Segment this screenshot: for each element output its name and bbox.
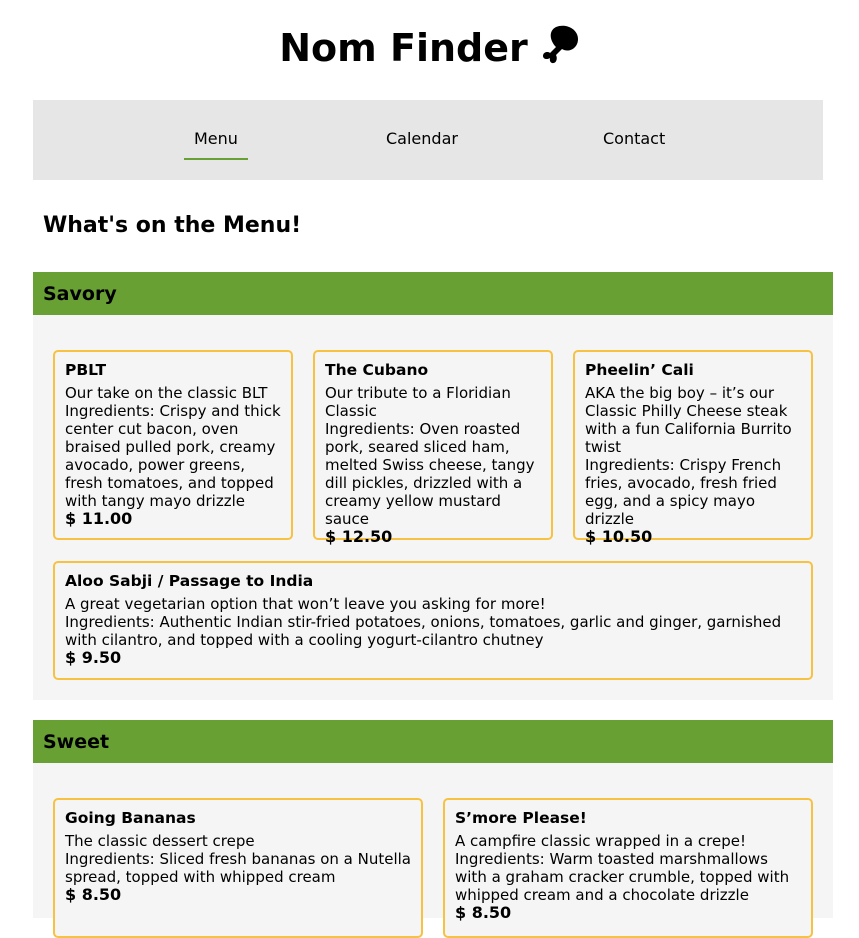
site-title-text: Nom Finder	[279, 26, 528, 70]
drumstick-icon	[536, 23, 580, 80]
nav-item-menu[interactable]: Menu	[184, 128, 248, 160]
menu-item-description: A campfire classic wrapped in a crepe!	[455, 832, 746, 850]
menu-item-price: $ 9.50	[65, 648, 122, 667]
menu-item-ingredients: Ingredients: Crispy French fries, avocad…	[585, 456, 782, 528]
menu-card[interactable]: The Cubano Our tribute to a Floridian Cl…	[313, 350, 553, 546]
section-sweet: Sweet Going Bananas The classic dessert …	[33, 720, 833, 938]
menu-item-ingredients: Ingredients: Warm toasted marshmallows w…	[455, 850, 790, 904]
menu-item-name: Going Bananas	[65, 809, 196, 827]
nav-item-contact[interactable]: Contact	[603, 128, 665, 150]
menu-item-ingredients: Ingredients: Oven roasted pork, seared s…	[325, 420, 535, 528]
site-title: Nom Finder	[0, 22, 859, 80]
menu-item-price: $ 10.50	[585, 527, 653, 546]
menu-item-description: Our tribute to a Floridian Classic	[325, 384, 511, 420]
page-heading: What's on the Menu!	[43, 213, 302, 238]
section-header: Sweet	[33, 720, 833, 763]
menu-item-description: The classic dessert crepe	[65, 832, 255, 850]
menu-item-name: Aloo Sabji / Passage to India	[65, 572, 314, 590]
menu-item-price: $ 12.50	[325, 527, 393, 546]
menu-item-ingredients: Ingredients: Authentic Indian stir-fried…	[65, 613, 782, 649]
menu-item-description: A great vegetarian option that won’t lea…	[65, 595, 546, 613]
menu-item-ingredients: Ingredients: Sliced fresh bananas on a N…	[65, 850, 411, 886]
menu-card[interactable]: S’more Please! A campfire classic wrappe…	[443, 798, 813, 938]
menu-card[interactable]: Pheelin’ Cali AKA the big boy – it’s our…	[573, 350, 813, 546]
menu-card[interactable]: Aloo Sabji / Passage to India A great ve…	[53, 561, 813, 680]
menu-item-price: $ 11.00	[65, 509, 133, 528]
menu-card[interactable]: PBLT Our take on the classic BLT Ingredi…	[53, 350, 293, 540]
menu-item-name: Pheelin’ Cali	[585, 361, 694, 379]
section-header: Savory	[33, 272, 833, 315]
menu-item-description: AKA the big boy – it’s our Classic Phill…	[585, 384, 792, 456]
main-nav: Menu Calendar Contact	[33, 100, 823, 180]
section-savory: Savory PBLT Our take on the classic BLT …	[33, 272, 833, 700]
menu-item-price: $ 8.50	[65, 885, 122, 904]
menu-card[interactable]: Going Bananas The classic dessert crepe …	[53, 798, 423, 938]
menu-item-name: The Cubano	[325, 361, 429, 379]
menu-item-name: S’more Please!	[455, 809, 587, 827]
menu-item-name: PBLT	[65, 361, 107, 379]
nav-item-calendar[interactable]: Calendar	[386, 128, 458, 150]
menu-item-price: $ 8.50	[455, 903, 512, 922]
menu-item-description: Our take on the classic BLT	[65, 384, 268, 402]
menu-item-ingredients: Ingredients: Crispy and thick center cut…	[65, 402, 281, 510]
